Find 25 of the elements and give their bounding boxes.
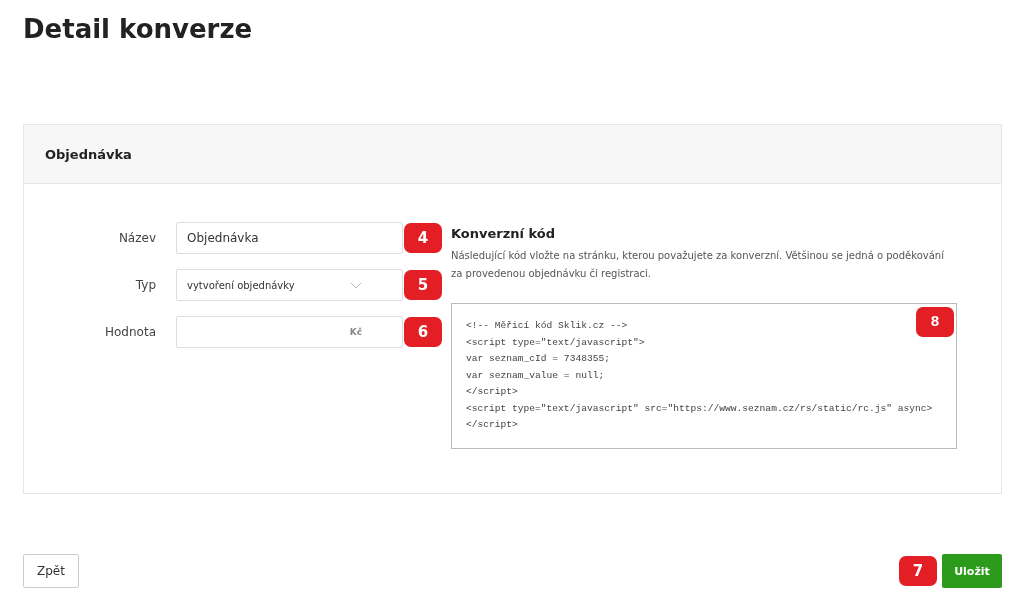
card-title: Objednávka	[45, 146, 132, 162]
back-button[interactable]: Zpět	[23, 554, 79, 588]
field-label: Typ	[134, 278, 157, 292]
field-label: Hodnota	[104, 325, 157, 339]
code-line: </script>	[466, 418, 518, 432]
code-line: <!-- Měřicí kód Sklik.cz -->	[466, 319, 628, 333]
number-badge: 7	[899, 556, 937, 586]
code-line: var seznam_cId = 7348355;	[466, 352, 610, 366]
chevron-down-icon	[350, 281, 362, 289]
code-line: <script type="text/javascript" src="https://www.seznam.cz/rs/static/rc.js" async>	[466, 401, 933, 416]
number-badge: 4	[404, 223, 442, 253]
code-line: var seznam_value = null;	[466, 368, 605, 383]
section-title: Konverzní kód	[451, 226, 557, 241]
number-badge: 8	[916, 307, 954, 337]
select-field[interactable]: vytvoření objednávky	[176, 269, 403, 301]
number-badge: 5	[404, 270, 442, 300]
number-badge: 6	[404, 317, 442, 347]
field-label: Název	[117, 231, 157, 245]
input-field[interactable]: Objednávka	[176, 222, 403, 254]
code-line: <script type="text/javascript">	[466, 335, 645, 350]
description-text: Následující kód vložte na stránku, kterou považujete za konverzní. Většinou se jedná o poděkování za provedenou objednávku či registraci.	[451, 249, 945, 281]
page-title: Detail konverze	[23, 14, 254, 46]
save-button[interactable]: Uložit	[942, 554, 1002, 588]
input-field[interactable]: Kč	[176, 316, 403, 348]
code-line: </script>	[466, 385, 518, 399]
